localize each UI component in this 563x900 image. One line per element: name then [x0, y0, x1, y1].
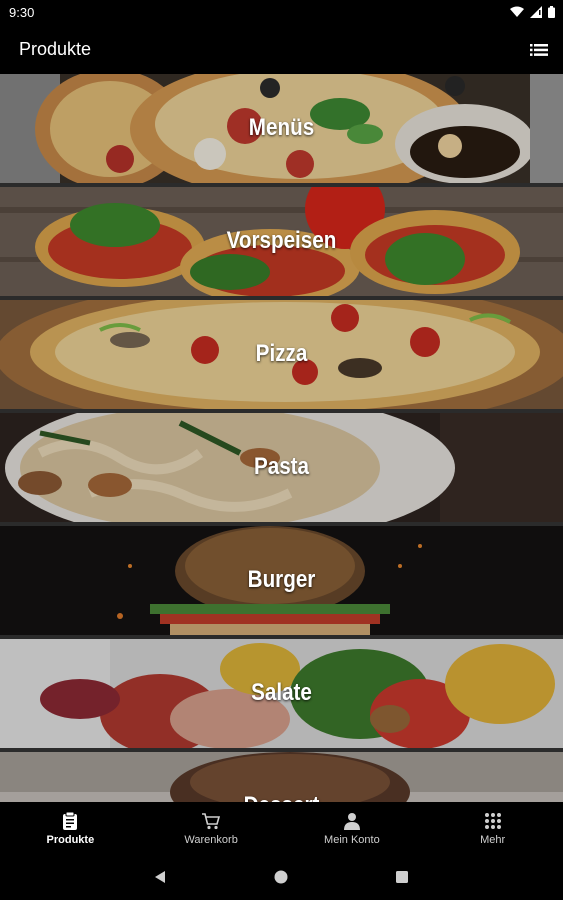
category-label: Pizza: [255, 340, 308, 367]
nav-warenkorb[interactable]: Warenkorb: [141, 802, 282, 854]
nav-mein-konto[interactable]: Mein Konto: [282, 802, 423, 854]
nav-produkte[interactable]: Produkte: [0, 802, 141, 854]
category-pizza[interactable]: Pizza: [0, 300, 563, 409]
home-icon[interactable]: [274, 870, 288, 884]
category-label: Burger: [247, 566, 316, 593]
page-title: Produkte: [19, 39, 92, 59]
nav-label: Warenkorb: [184, 834, 238, 846]
battery-icon: [548, 6, 555, 18]
app-bar: Produkte: [0, 26, 563, 74]
category-label: Vorspeisen: [226, 227, 337, 254]
clipboard-icon: [63, 811, 78, 830]
status-time: 9:30: [9, 5, 35, 20]
cart-icon: [202, 813, 221, 830]
category-label: Pasta: [253, 453, 310, 480]
category-label: Menüs: [248, 114, 315, 141]
status-bar: 9:30: [0, 0, 563, 26]
nav-label: Mein Konto: [324, 834, 380, 846]
category-vorspeisen[interactable]: Vorspeisen: [0, 187, 563, 296]
back-icon[interactable]: [153, 870, 167, 884]
status-icons: [510, 6, 555, 18]
signal-icon: [530, 6, 542, 18]
recents-icon[interactable]: [395, 870, 409, 884]
nav-label: Produkte: [46, 834, 95, 846]
category-dessert[interactable]: Dessert: [0, 752, 563, 802]
category-menus[interactable]: Menüs: [0, 74, 563, 183]
category-salate[interactable]: Salate: [0, 639, 563, 748]
nav-label: Mehr: [480, 834, 506, 846]
nav-mehr[interactable]: Mehr: [422, 802, 563, 854]
category-list: Menüs Vorspeisen Pizza Pasta Burger Sala…: [0, 74, 563, 802]
person-icon: [343, 813, 360, 830]
list-view-icon[interactable]: [529, 40, 549, 60]
category-label: Salate: [251, 679, 312, 706]
wifi-icon: [510, 6, 524, 17]
bottom-navigation: Produkte Warenkorb Mein Konto Mehr: [0, 802, 563, 854]
grid-icon: [484, 813, 501, 829]
category-label: Dessert: [39, 792, 523, 802]
category-burger[interactable]: Burger: [0, 526, 563, 635]
category-pasta[interactable]: Pasta: [0, 413, 563, 522]
system-navigation: [0, 854, 563, 900]
